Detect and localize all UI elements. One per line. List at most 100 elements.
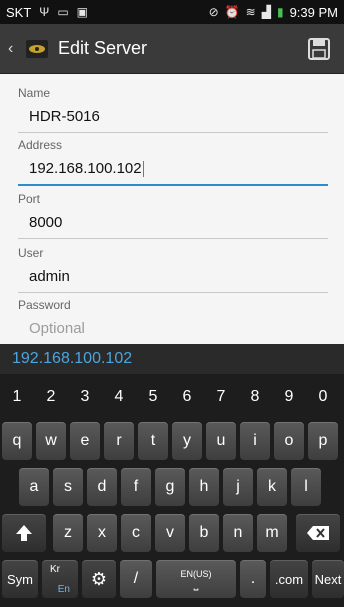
number-row: 1 2 3 4 5 6 7 8 9 0 <box>0 374 344 420</box>
gear-icon: ⚙ <box>90 568 108 589</box>
address-input[interactable]: 192.168.100.102 <box>18 160 328 180</box>
language-key-en: En <box>57 584 70 595</box>
key-p[interactable]: p <box>308 422 338 460</box>
server-form: Name HDR-5016 Address 192.168.100.102 Po… <box>0 74 344 344</box>
shift-key[interactable] <box>2 514 46 552</box>
name-underline <box>18 132 328 133</box>
address-field: Address 192.168.100.102 <box>18 138 328 186</box>
key-k[interactable]: k <box>257 468 287 506</box>
user-label: User <box>18 246 44 260</box>
key-5[interactable]: 5 <box>138 378 168 416</box>
language-key-kr: Kr <box>50 564 60 575</box>
signal-icon: ▟ <box>261 5 271 19</box>
suggestion-bar: 192.168.100.102 <box>0 344 344 374</box>
port-underline <box>18 238 328 239</box>
key-7[interactable]: 7 <box>206 378 236 416</box>
name-field: Name HDR-5016 <box>18 86 328 133</box>
suggestion-item[interactable]: 192.168.100.102 <box>12 350 132 368</box>
dot-glyph: . <box>250 570 256 587</box>
bottom-row: Sym Kr En ⚙ / EN(US) ⎵ . .com Next <box>0 556 344 602</box>
space-key[interactable]: EN(US) ⎵ <box>156 560 236 598</box>
vibrate-icon: ⊘ <box>208 5 219 19</box>
dot-key[interactable]: . <box>240 560 266 598</box>
key-h[interactable]: h <box>189 468 219 506</box>
key-f[interactable]: f <box>121 468 151 506</box>
voicemail-icon: ▭ <box>57 5 69 19</box>
key-i[interactable]: i <box>240 422 270 460</box>
key-w[interactable]: w <box>36 422 66 460</box>
shift-icon <box>16 525 32 541</box>
slash-key[interactable]: / <box>120 560 152 598</box>
key-c[interactable]: c <box>121 514 151 552</box>
backspace-key[interactable] <box>296 514 340 552</box>
port-input[interactable]: 8000 <box>18 214 328 234</box>
key-o[interactable]: o <box>274 422 304 460</box>
name-label: Name <box>18 86 51 100</box>
user-field: User admin <box>18 246 328 293</box>
clock: 9:39 PM <box>289 4 338 20</box>
usb-icon: Ψ <box>39 5 50 19</box>
letter-row-1: q w e r t y u i o p <box>0 418 344 464</box>
key-y[interactable]: y <box>172 422 202 460</box>
page-title: Edit Server <box>58 38 148 58</box>
image-icon: ▣ <box>76 5 89 19</box>
wifi-icon: ≋ <box>245 5 256 19</box>
key-z[interactable]: z <box>53 514 83 552</box>
key-u[interactable]: u <box>206 422 236 460</box>
save-icon <box>308 37 330 60</box>
key-1[interactable]: 1 <box>2 378 32 416</box>
password-input[interactable]: Optional <box>18 320 328 340</box>
letter-row-2: a s d f g h j k l <box>0 464 344 510</box>
carrier-label: SKT <box>6 4 32 20</box>
key-s[interactable]: s <box>53 468 83 506</box>
alarm-icon: ⏰ <box>224 5 240 19</box>
key-l[interactable]: l <box>291 468 321 506</box>
key-j[interactable]: j <box>223 468 253 506</box>
dotcom-key[interactable]: .com <box>270 560 308 598</box>
next-key[interactable]: Next <box>312 560 344 598</box>
port-field: Port 8000 <box>18 192 328 239</box>
battery-icon: ▮ <box>276 5 284 19</box>
key-4[interactable]: 4 <box>104 378 134 416</box>
keyboard: 1 2 3 4 5 6 7 8 9 0 q w e r t y u i o p … <box>0 374 344 607</box>
key-v[interactable]: v <box>155 514 185 552</box>
name-input[interactable]: HDR-5016 <box>18 108 328 128</box>
password-label: Password <box>18 298 71 312</box>
address-value: 192.168.100.102 <box>29 160 142 177</box>
address-underline <box>18 184 328 186</box>
key-8[interactable]: 8 <box>240 378 270 416</box>
key-x[interactable]: x <box>87 514 117 552</box>
back-chevron-icon[interactable]: ‹ <box>0 40 22 58</box>
user-underline <box>18 292 328 293</box>
backspace-icon <box>307 526 329 540</box>
language-key[interactable]: Kr En <box>42 560 78 598</box>
address-label: Address <box>18 138 63 152</box>
key-6[interactable]: 6 <box>172 378 202 416</box>
text-caret <box>142 161 144 178</box>
key-m[interactable]: m <box>257 514 287 552</box>
settings-key[interactable]: ⚙ <box>82 560 116 598</box>
save-button[interactable] <box>306 36 332 62</box>
key-d[interactable]: d <box>87 468 117 506</box>
key-3[interactable]: 3 <box>70 378 100 416</box>
app-logo-icon[interactable] <box>26 38 48 60</box>
key-g[interactable]: g <box>155 468 185 506</box>
key-e[interactable]: e <box>70 422 100 460</box>
key-q[interactable]: q <box>2 422 32 460</box>
space-bar-icon: ⎵ <box>193 577 199 591</box>
key-t[interactable]: t <box>138 422 168 460</box>
key-r[interactable]: r <box>104 422 134 460</box>
status-bar: SKT Ψ ▭ ▣ ⊘ ⏰ ≋ ▟ ▮ 9:39 PM <box>0 0 344 24</box>
key-n[interactable]: n <box>223 514 253 552</box>
key-2[interactable]: 2 <box>36 378 66 416</box>
sym-key[interactable]: Sym <box>2 560 38 598</box>
action-bar: ‹ Edit Server <box>0 24 344 74</box>
key-b[interactable]: b <box>189 514 219 552</box>
key-9[interactable]: 9 <box>274 378 304 416</box>
password-field: Password Optional <box>18 298 328 340</box>
key-0[interactable]: 0 <box>308 378 338 416</box>
key-a[interactable]: a <box>19 468 49 506</box>
letter-row-3: z x c v b n m <box>0 510 344 556</box>
user-input[interactable]: admin <box>18 268 328 288</box>
port-label: Port <box>18 192 41 206</box>
